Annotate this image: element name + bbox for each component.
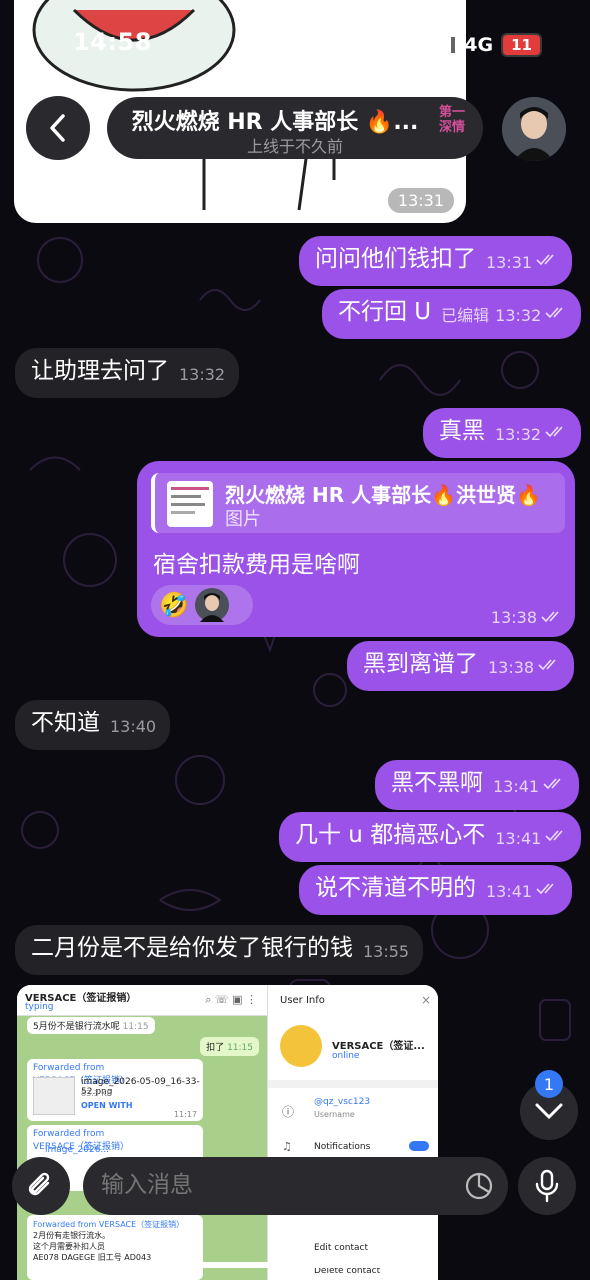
message-text: 几十 u 都搞恶心不: [295, 822, 486, 848]
network-label: 4G: [464, 34, 494, 56]
screenshot-forward-card: Forwarded from VERSACE（签证报销） image_2026-…: [27, 1059, 203, 1121]
quoted-sender: 烈火燃烧 HR 人事部长🔥洪世贤🔥: [225, 483, 541, 507]
message-text: 二月份是不是给你发了银行的钱: [31, 935, 353, 961]
screenshot-panel-title: User Info: [280, 995, 325, 1006]
status-badge: 第一深情: [439, 105, 466, 135]
reaction-emoji: 🤣: [159, 591, 189, 619]
bell-icon: ♫: [282, 1140, 292, 1153]
quoted-image-thumbnail: [167, 481, 213, 527]
status-indicators: 4G 11: [430, 33, 542, 57]
double-check-icon: [545, 830, 563, 842]
message-bubble-reply[interactable]: 烈火燃烧 HR 人事部长🔥洪世贤🔥 图片 宿舍扣款费用是啥啊 🤣 13:38: [137, 461, 575, 637]
double-check-icon: [545, 307, 563, 319]
quoted-type: 图片: [225, 509, 261, 530]
back-button[interactable]: [26, 96, 90, 160]
unread-count-badge: 1: [535, 1070, 563, 1098]
message-text: 说不清道不明的: [315, 875, 476, 901]
image-timestamp: 13:31: [387, 188, 454, 213]
message-text: 不知道: [31, 710, 100, 736]
message-bubble-outgoing[interactable]: 黑不黑啊 13:41: [375, 760, 580, 810]
message-time: 13:31: [486, 253, 533, 272]
chevron-down-icon: [535, 1103, 563, 1120]
close-icon: ×: [420, 993, 431, 1007]
avatar-image: [502, 97, 566, 161]
battery-icon: 11: [501, 33, 542, 57]
message-bubble-incoming[interactable]: 让助理去问了 13:32: [15, 348, 240, 398]
message-input[interactable]: [99, 1171, 443, 1199]
reactor-avatar: [194, 588, 229, 622]
screenshot-image-message[interactable]: VERSACE（签证报销） typing ⌕ ☏ ▣ ⋮ 5月份不是银行流水呢 …: [17, 985, 438, 1280]
message-bubble-outgoing[interactable]: 真黑 13:32: [423, 408, 582, 458]
chevron-left-icon: [50, 114, 65, 142]
message-time: 13:41: [486, 882, 533, 901]
info-icon: ⓘ: [282, 1105, 295, 1119]
message-time: 13:38: [488, 658, 535, 677]
toggle-switch: [409, 1141, 429, 1151]
home-indicator: [190, 1262, 400, 1268]
microphone-icon: [535, 1169, 559, 1203]
quoted-message[interactable]: 烈火燃烧 HR 人事部长🔥洪世贤🔥 图片: [151, 473, 565, 533]
status-time: 14:58: [73, 28, 152, 56]
message-bubble-incoming[interactable]: 不知道 13:40: [15, 700, 171, 750]
double-check-icon: [541, 611, 559, 623]
message-time: 13:55: [363, 942, 410, 961]
screenshot-snippet: 5月份不是银行流水呢 11:15: [27, 1017, 155, 1034]
last-seen-status: 上线于不久前: [246, 137, 343, 156]
double-check-icon: [536, 883, 554, 895]
message-time: 13:32: [179, 365, 226, 384]
paperclip-icon: [28, 1172, 50, 1196]
reactions[interactable]: 🤣: [151, 585, 253, 625]
message-bubble-outgoing[interactable]: 说不清道不明的 13:41: [299, 865, 573, 915]
double-check-icon: [538, 659, 556, 671]
double-check-icon: [536, 254, 554, 266]
voice-button[interactable]: [518, 1157, 576, 1215]
message-text: 不行回 U: [338, 299, 432, 325]
message-time: 13:41: [495, 829, 542, 848]
message-time: 13:32: [495, 425, 542, 444]
message-bubble-outgoing[interactable]: 黑到离谱了 13:38: [347, 641, 575, 691]
screenshot-toolbar-icons: ⌕ ☏ ▣ ⋮: [205, 993, 257, 1006]
screenshot-typing: typing: [25, 1002, 54, 1012]
message-time: 13:32: [495, 306, 542, 325]
message-text: 让助理去问了: [31, 358, 169, 384]
sticker-icon[interactable]: [464, 1171, 494, 1201]
message-bubble-incoming[interactable]: 二月份是不是给你发了银行的钱 13:55: [15, 925, 424, 975]
message-text: 黑到离谱了: [363, 651, 478, 677]
screenshot-panel-avatar: [280, 1025, 322, 1067]
message-bubble-outgoing[interactable]: 几十 u 都搞恶心不 13:41: [279, 812, 582, 862]
attach-button[interactable]: [12, 1157, 70, 1215]
screenshot-panel-name: VERSACE（签证...: [332, 1041, 425, 1052]
message-text: 真黑: [439, 418, 485, 444]
screenshot-panel-status: online: [332, 1051, 360, 1061]
message-bubble-outgoing[interactable]: 不行回 U 已编辑 13:32: [322, 289, 582, 339]
double-check-icon: [545, 426, 563, 438]
edited-label: 已编辑: [441, 306, 490, 325]
message-bubble-outgoing[interactable]: 问问他们钱扣了 13:31: [299, 236, 573, 286]
avatar[interactable]: [502, 97, 566, 161]
chat-header[interactable]: 烈火燃烧 HR 人事部长 🔥... 第一深情 上线于不久前: [107, 97, 483, 159]
chat-title: 烈火燃烧 HR 人事部长 🔥...: [131, 110, 419, 135]
message-time: 13:40: [110, 717, 157, 736]
message-text: 黑不黑啊: [391, 770, 483, 796]
message-text: 宿舍扣款费用是啥啊: [153, 552, 360, 578]
screenshot-forward-card-3: Forwarded from VERSACE（签证报销） 2月份有走银行流水。 …: [27, 1215, 203, 1280]
screenshot-msg: 扣了 11:15: [200, 1037, 259, 1056]
double-check-icon: [543, 778, 561, 790]
message-time: 13:41: [493, 777, 540, 796]
message-text: 问问他们钱扣了: [315, 246, 476, 272]
message-time: 13:38: [491, 608, 563, 627]
signal-icon: [430, 37, 456, 53]
message-input-bar[interactable]: [83, 1157, 508, 1215]
